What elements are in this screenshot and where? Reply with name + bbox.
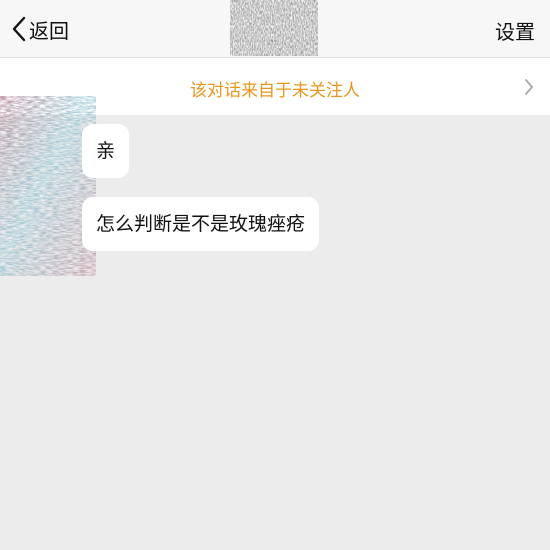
back-button[interactable]: 返回 xyxy=(12,14,69,44)
avatar-redacted xyxy=(0,96,96,276)
message-text: 怎么判断是不是玫瑰痤疮 xyxy=(96,213,306,235)
back-label: 返回 xyxy=(29,18,69,43)
chevron-left-icon xyxy=(12,16,26,42)
settings-button[interactable]: 设置 xyxy=(495,16,535,45)
message-text: 亲 xyxy=(96,140,116,162)
message-bubble[interactable]: 亲 xyxy=(82,124,130,178)
message-bubble[interactable]: 怎么判断是不是玫瑰痤疮 xyxy=(82,197,320,251)
chevron-right-icon xyxy=(524,78,534,96)
navigation-bar: 返回 设置 xyxy=(0,0,550,58)
contact-name-redacted xyxy=(228,0,320,58)
